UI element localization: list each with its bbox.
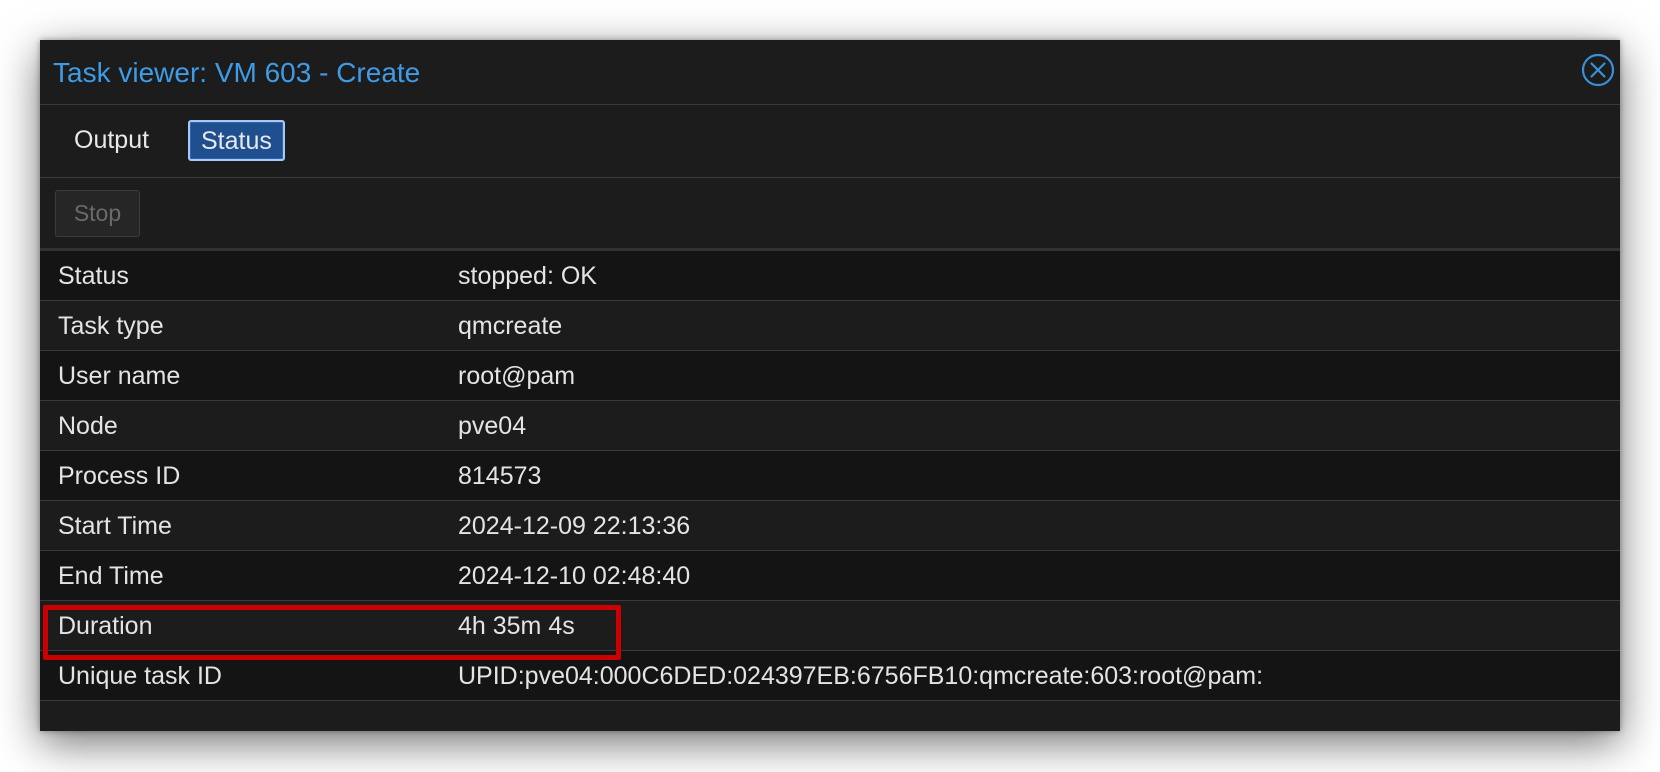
grid-row-status[interactable]: Status stopped: OK: [40, 251, 1620, 301]
grid-row-duration[interactable]: Duration 4h 35m 4s: [40, 601, 1620, 651]
row-key: Status: [58, 262, 129, 290]
row-key: End Time: [58, 562, 164, 590]
row-key: Task type: [58, 312, 164, 340]
row-value: root@pam: [458, 362, 576, 390]
grid-row-task-type[interactable]: Task type qmcreate: [40, 301, 1620, 351]
close-icon[interactable]: [1580, 52, 1616, 88]
row-value: UPID:pve04:000C6DED:024397EB:6756FB10:qm…: [458, 662, 1264, 690]
window-title: Task viewer: VM 603 - Create: [53, 57, 421, 88]
row-value: 2024-12-10 02:48:40: [458, 562, 691, 590]
row-value: stopped: OK: [458, 262, 597, 290]
tab-output[interactable]: Output: [62, 120, 161, 161]
grid-row-process-id[interactable]: Process ID 814573: [40, 451, 1620, 501]
toolbar: Stop: [40, 178, 1620, 251]
row-key: User name: [58, 362, 181, 390]
status-grid: Status stopped: OK Task type qmcreate Us…: [40, 251, 1620, 701]
row-value: pve04: [458, 412, 527, 440]
row-value: 4h 35m 4s: [458, 612, 575, 640]
row-value: qmcreate: [458, 312, 563, 340]
grid-row-user-name[interactable]: User name root@pam: [40, 351, 1620, 401]
row-value: 2024-12-09 22:13:36: [458, 512, 691, 540]
row-key: Node: [58, 412, 118, 440]
grid-row-end-time[interactable]: End Time 2024-12-10 02:48:40: [40, 551, 1620, 601]
row-key: Unique task ID: [58, 662, 222, 690]
title-bar: Task viewer: VM 603 - Create: [40, 40, 1620, 105]
row-value: 814573: [458, 462, 542, 490]
row-key: Start Time: [58, 512, 172, 540]
row-key: Process ID: [58, 462, 181, 490]
grid-row-unique-task-id[interactable]: Unique task ID UPID:pve04:000C6DED:02439…: [40, 651, 1620, 701]
task-viewer-window: Task viewer: VM 603 - Create Output Stat…: [40, 40, 1620, 731]
row-key: Duration: [58, 612, 153, 640]
stop-button[interactable]: Stop: [55, 190, 140, 237]
tab-bar: Output Status: [40, 105, 1620, 178]
grid-row-node[interactable]: Node pve04: [40, 401, 1620, 451]
grid-row-start-time[interactable]: Start Time 2024-12-09 22:13:36: [40, 501, 1620, 551]
tab-status[interactable]: Status: [188, 120, 285, 161]
